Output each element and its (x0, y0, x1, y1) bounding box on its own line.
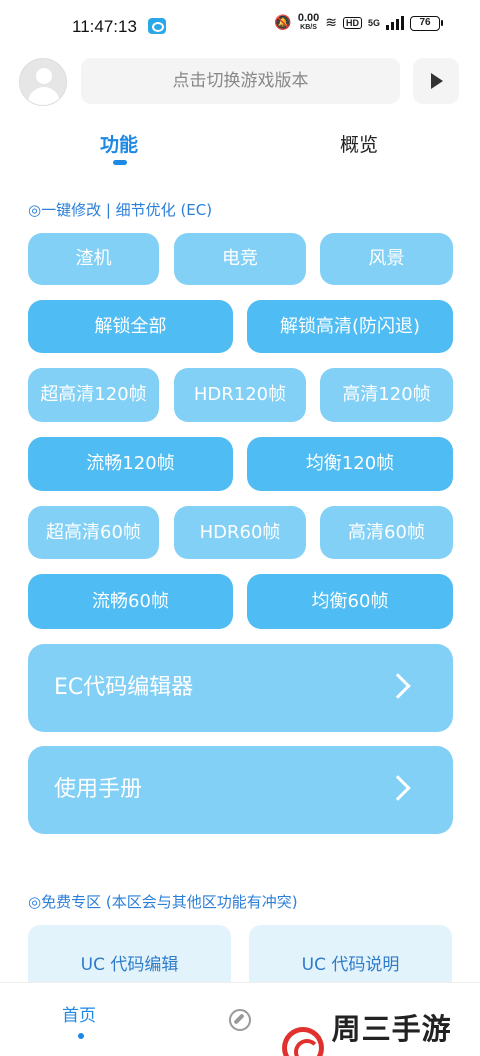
balanced-120fps-button[interactable]: 均衡120帧 (247, 437, 453, 491)
tab-function[interactable]: 功能 (100, 130, 138, 157)
status-time: 11:47:13 (72, 17, 137, 36)
play-icon (431, 73, 443, 89)
preset-button-esports[interactable]: 电竞 (174, 233, 306, 285)
play-button[interactable] (413, 58, 459, 104)
hdr-120fps-button[interactable]: HDR120帧 (174, 368, 306, 422)
network-type: 5G (367, 18, 380, 28)
wifi-icon: ≋ (325, 15, 337, 31)
version-selector[interactable]: 点击切换游戏版本 (81, 58, 400, 104)
balanced-60fps-button[interactable]: 均衡60帧 (247, 574, 453, 629)
uhd-120fps-button[interactable]: 超高清120帧 (28, 368, 159, 422)
ec-code-editor-button[interactable]: EC代码编辑器 (28, 644, 453, 732)
smooth-60fps-button[interactable]: 流畅60帧 (28, 574, 233, 629)
hd-badge: HD (342, 17, 362, 29)
uhd-60fps-button[interactable]: 超高清60帧 (28, 506, 159, 559)
tab-active-indicator (113, 160, 127, 165)
unlock-hd-button[interactable]: 解锁高清(防闪退) (247, 300, 453, 353)
chevron-right-icon (385, 673, 411, 699)
user-manual-label: 使用手册 (54, 777, 143, 802)
hd-120fps-button[interactable]: 高清120帧 (320, 368, 453, 422)
preset-button-low-end[interactable]: 渣机 (28, 233, 159, 285)
watermark-logo-icon (282, 1027, 324, 1056)
battery-icon: 76 (410, 15, 443, 31)
network-speed-unit: KB/S (300, 24, 317, 31)
avatar[interactable] (19, 58, 67, 106)
status-indicators: 🔕 0.00 KB/S ≋ HD 5G 76 (274, 12, 443, 32)
status-bar: 11:47:13 🔕 0.00 KB/S ≋ HD 5G 76 (0, 0, 480, 52)
unlock-all-button[interactable]: 解锁全部 (28, 300, 233, 353)
network-speed: 0.00 KB/S (297, 12, 320, 32)
smooth-120fps-button[interactable]: 流畅120帧 (28, 437, 233, 491)
network-speed-value: 0.00 (297, 12, 320, 24)
ec-code-editor-label: EC代码编辑器 (54, 675, 194, 700)
hdr-60fps-button[interactable]: HDR60帧 (174, 506, 306, 559)
signal-icon (386, 16, 404, 30)
app-notification-icon (148, 18, 166, 34)
compass-icon[interactable] (229, 1009, 251, 1031)
nav-active-dot (78, 1033, 84, 1039)
preset-button-scenery[interactable]: 风景 (320, 233, 453, 285)
chevron-right-icon (385, 775, 411, 801)
section-title-one-click: ◎一键修改 | 细节优化 (EC) (28, 201, 213, 219)
watermark-text: 周三手游网 (331, 1012, 452, 1056)
hd-60fps-button[interactable]: 高清60帧 (320, 506, 453, 559)
user-manual-button[interactable]: 使用手册 (28, 746, 453, 834)
mute-icon: 🔕 (274, 15, 292, 31)
section-title-free-zone: ◎免费专区 (本区会与其他区功能有冲突) (28, 893, 298, 911)
tab-overview[interactable]: 概览 (340, 130, 378, 157)
nav-home[interactable]: 首页 (62, 1001, 96, 1026)
watermark: 周三手游网 (282, 1006, 480, 1056)
